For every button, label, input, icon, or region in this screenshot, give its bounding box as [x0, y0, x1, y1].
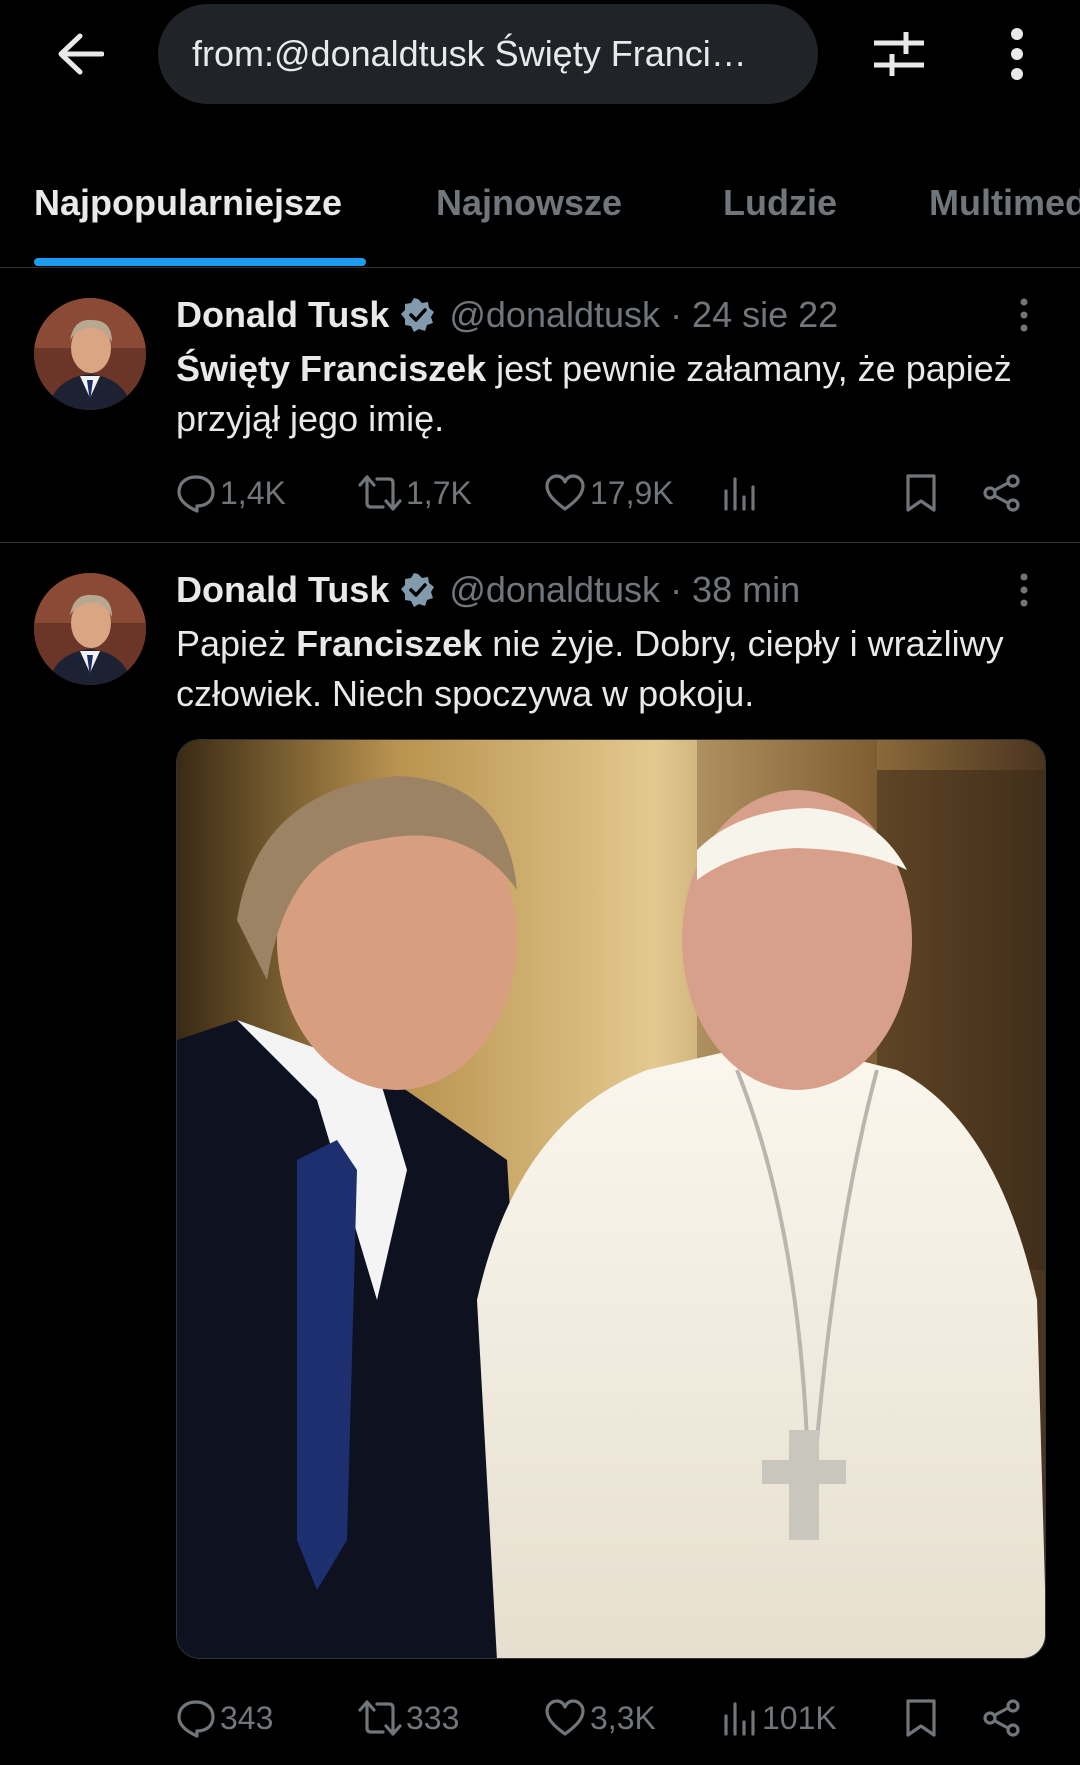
tweet-text: Papież Franciszek nie żyje. Dobry, ciepł… — [176, 619, 1056, 719]
tab-top[interactable]: Najpopularniejsze — [34, 182, 342, 224]
like-button[interactable]: 3,3K — [544, 1693, 656, 1743]
tweet-actions: 343 333 3,3K 101K — [176, 1693, 1056, 1743]
like-count: 17,9K — [590, 474, 674, 511]
avatar[interactable] — [34, 573, 146, 685]
share-icon — [983, 1699, 1020, 1737]
search-query: from:@donaldtusk Święty Franci… — [192, 33, 747, 74]
reply-button[interactable]: 1,4K — [176, 468, 286, 518]
reply-icon — [177, 475, 215, 513]
more-vertical-icon — [1020, 298, 1028, 332]
search-input[interactable]: from:@donaldtusk Święty Franci… — [158, 4, 818, 104]
reply-count: 343 — [220, 1699, 274, 1736]
top-bar: from:@donaldtusk Święty Franci… — [0, 0, 1080, 108]
author-handle[interactable]: @donaldtusk · 24 sie 22 — [449, 294, 838, 336]
more-vertical-icon — [1011, 28, 1023, 80]
handle-text: @donaldtusk — [449, 294, 661, 335]
tweet-text: Święty Franciszek jest pewnie załamany, … — [176, 344, 1056, 444]
views-button[interactable] — [722, 468, 762, 518]
heart-icon — [545, 474, 585, 511]
verified-badge-icon — [401, 573, 435, 607]
share-button[interactable] — [982, 1693, 1022, 1743]
bookmark-icon — [906, 1699, 936, 1737]
avatar[interactable] — [34, 298, 146, 410]
tweet-time: · 24 sie 22 — [670, 294, 839, 335]
repost-count: 333 — [406, 1699, 460, 1736]
tweet-text-part: Papież — [176, 623, 297, 664]
tweet-photo[interactable] — [176, 739, 1046, 1659]
active-tab-indicator — [34, 258, 366, 266]
bookmark-button[interactable] — [904, 1693, 938, 1743]
author-name[interactable]: Donald Tusk — [176, 569, 389, 611]
views-button[interactable]: 101K — [722, 1693, 837, 1743]
tweet[interactable]: Donald Tusk @donaldtusk · 24 sie 22 Świę… — [0, 268, 1080, 543]
repost-button[interactable]: 333 — [358, 1693, 459, 1743]
tweet-actions: 1,4K 1,7K 17,9K — [176, 468, 1056, 518]
more-vertical-icon — [1020, 573, 1028, 607]
share-button[interactable] — [982, 468, 1022, 518]
repost-button[interactable]: 1,7K — [358, 468, 472, 518]
arrow-left-icon — [58, 33, 104, 75]
author-handle[interactable]: @donaldtusk · 38 min — [449, 569, 800, 611]
search-tabs: Najpopularniejsze Najnowsze Ludzie Multi… — [0, 160, 1080, 268]
share-icon — [983, 474, 1020, 512]
views-icon — [724, 1702, 755, 1736]
bookmark-button[interactable] — [904, 468, 938, 518]
like-button[interactable]: 17,9K — [544, 468, 674, 518]
views-icon — [724, 477, 755, 511]
heart-icon — [545, 1699, 585, 1736]
filter-button[interactable] — [868, 22, 930, 86]
tweet-more-button[interactable] — [1010, 567, 1038, 613]
reply-count: 1,4K — [220, 474, 286, 511]
tab-media[interactable]: Multimedia — [929, 182, 1080, 224]
repost-icon — [358, 475, 402, 511]
tab-people[interactable]: Ludzie — [723, 182, 837, 224]
photo-image — [177, 740, 1045, 1658]
back-button[interactable] — [50, 24, 110, 84]
highlighted-term: Franciszek — [296, 623, 483, 664]
like-count: 3,3K — [590, 1699, 656, 1736]
views-count: 101K — [762, 1699, 837, 1736]
verified-badge-icon — [401, 298, 435, 332]
highlighted-term: Święty Franciszek — [176, 348, 487, 389]
tab-latest[interactable]: Najnowsze — [436, 182, 622, 224]
handle-text: @donaldtusk — [449, 569, 661, 610]
tweet-header: Donald Tusk @donaldtusk · 38 min — [176, 567, 800, 613]
author-name[interactable]: Donald Tusk — [176, 294, 389, 336]
tweet-time: · 38 min — [670, 569, 801, 610]
sliders-icon — [874, 32, 924, 76]
tweet[interactable]: Donald Tusk @donaldtusk · 38 min Papież … — [0, 543, 1080, 1765]
more-options-button[interactable] — [992, 22, 1042, 86]
repost-icon — [358, 1700, 402, 1736]
tweet-more-button[interactable] — [1010, 292, 1038, 338]
reply-button[interactable]: 343 — [176, 1693, 273, 1743]
bookmark-icon — [906, 474, 936, 512]
tweet-header: Donald Tusk @donaldtusk · 24 sie 22 — [176, 292, 838, 338]
reply-icon — [177, 1700, 215, 1738]
repost-count: 1,7K — [406, 474, 472, 511]
